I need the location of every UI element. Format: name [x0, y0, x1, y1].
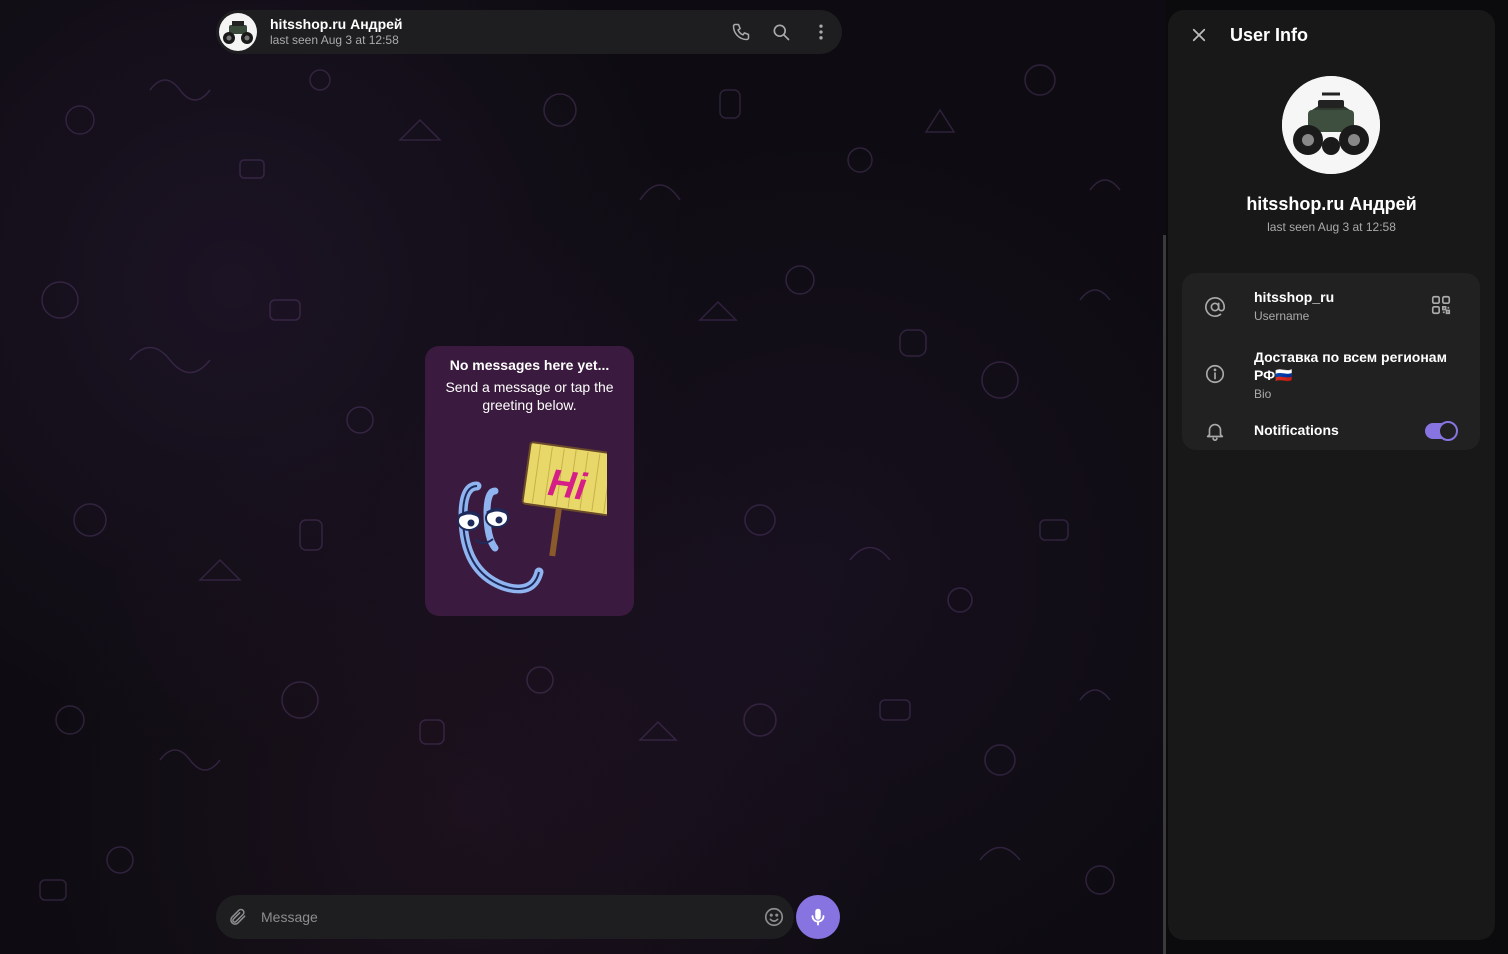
atv-thumbnail-image [223, 21, 253, 44]
username-row[interactable]: hitsshop_ru Username [1182, 288, 1480, 326]
more-vertical-icon[interactable] [810, 21, 832, 43]
username-value: hitsshop_ru [1254, 289, 1335, 305]
sticker-hi-text: Hi [545, 462, 590, 509]
user-details-card: hitsshop_ru Username Доставка по всем ре… [1182, 273, 1480, 450]
username-label: Username [1254, 309, 1310, 323]
toggle-knob [1438, 421, 1458, 441]
qr-code-icon[interactable] [1430, 294, 1452, 316]
chat-status: last seen Aug 3 at 12:58 [270, 33, 399, 47]
phone-icon[interactable] [730, 21, 752, 43]
chat-header[interactable]: hitsshop.ru Андрей last seen Aug 3 at 12… [216, 10, 842, 54]
user-info-title: User Info [1230, 24, 1309, 45]
chat-avatar[interactable] [219, 13, 257, 51]
close-icon[interactable] [1188, 24, 1210, 46]
user-info-header: User Info [1168, 10, 1495, 60]
paperclip-icon[interactable] [227, 906, 249, 928]
emoji-icon[interactable] [763, 906, 785, 928]
search-icon[interactable] [770, 21, 792, 43]
notifications-row[interactable]: Notifications [1182, 419, 1480, 443]
chat-area: hitsshop.ru Андрей last seen Aug 3 at 12… [0, 0, 1166, 954]
notifications-label: Notifications [1254, 422, 1339, 438]
microphone-icon[interactable] [796, 895, 840, 939]
info-icon [1205, 364, 1225, 384]
profile-status: last seen Aug 3 at 12:58 [1267, 220, 1396, 234]
message-composer [216, 895, 794, 939]
message-input[interactable] [259, 908, 743, 926]
profile-name: hitsshop.ru Андрей [1246, 194, 1417, 214]
empty-chat-subtitle: Send a message or tap the greeting below… [445, 379, 614, 413]
bio-row[interactable]: Доставка по всем регионам РФ🇷🇺 Bio [1182, 348, 1480, 404]
hi-greeting-sticker[interactable]: Hi [447, 436, 607, 606]
atv-profile-image [1282, 76, 1380, 174]
bio-label: Bio [1254, 387, 1272, 401]
empty-chat-title: No messages here yet... [449, 357, 610, 373]
user-info-panel: User Info hitsshop.ru Андрей last seen A… [1168, 10, 1495, 940]
bio-value: Доставка по всем регионам РФ🇷🇺 [1254, 349, 1447, 383]
profile-photo[interactable] [1282, 76, 1380, 174]
at-sign-icon [1205, 297, 1225, 317]
notifications-toggle[interactable] [1425, 421, 1458, 441]
chat-title: hitsshop.ru Андрей [270, 16, 403, 32]
empty-chat-card: No messages here yet... Send a message o… [425, 346, 634, 616]
chat-scrollbar[interactable] [1163, 235, 1166, 954]
bell-icon [1206, 423, 1224, 441]
